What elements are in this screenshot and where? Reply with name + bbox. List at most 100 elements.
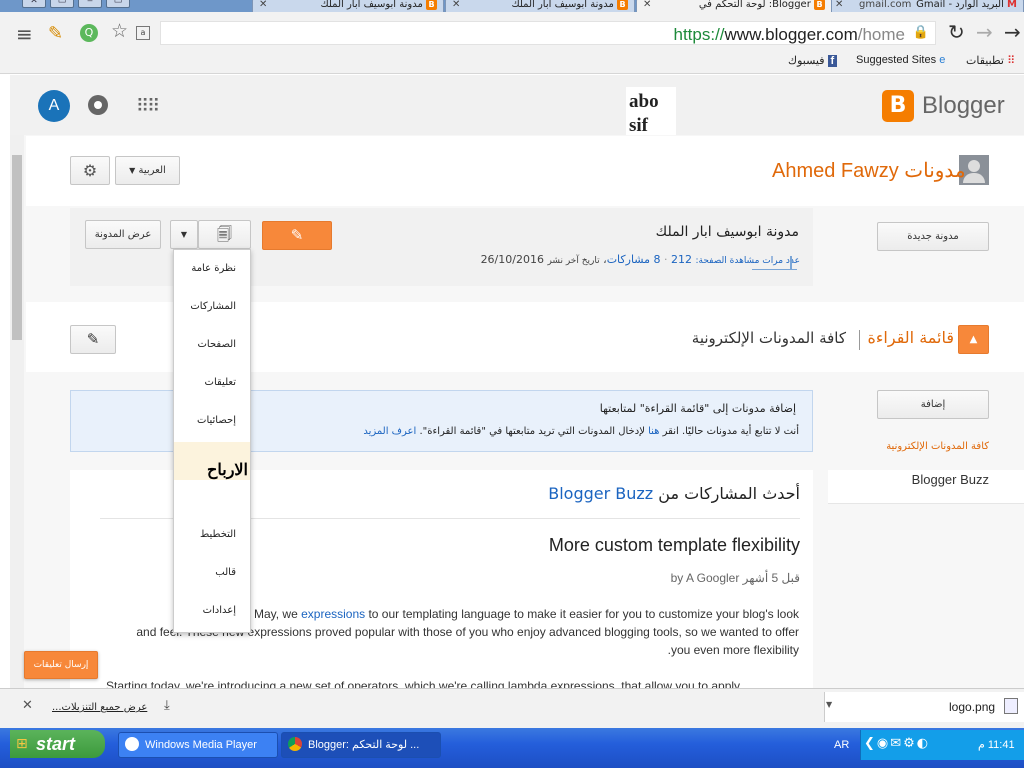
tray-icons[interactable]: ❮◉✉⚙◐: [864, 736, 930, 751]
bookmark-star-icon[interactable]: ☆: [111, 20, 128, 42]
send-feedback-button[interactable]: إرسال تعليقات: [24, 651, 98, 679]
blogger-favicon-icon: B: [426, 0, 437, 10]
forward-icon[interactable]: →: [976, 20, 993, 44]
new-post-button[interactable]: ✎: [262, 221, 332, 250]
tab-gmail[interactable]: M البريد الوارد - Gmail gmail.com ✕: [828, 0, 1024, 12]
window-close-control[interactable]: ✕: [22, 0, 46, 8]
pencil-icon: ✎: [290, 226, 304, 244]
settings-gear-button[interactable]: ⚙: [70, 156, 110, 185]
download-item-chevron-icon[interactable]: ▼: [826, 700, 832, 709]
overlay-text-line1: abo: [629, 91, 659, 112]
posts-count-link[interactable]: 8 مشاركات: [607, 253, 661, 266]
tab-blog-2[interactable]: B مدونة ابوسيف ابار الملك ✕: [445, 0, 635, 12]
pageviews-count[interactable]: 212: [671, 253, 692, 266]
bookmark-suggested-label: Suggested Sites: [856, 54, 937, 66]
buzz-heading: أحدث المشاركات من Blogger Buzz: [548, 484, 800, 503]
gear-icon: ⚙: [82, 161, 98, 180]
translate-icon[interactable]: a: [136, 26, 150, 40]
new-blog-button[interactable]: مدونة جديدة: [877, 222, 989, 251]
last-published-label: تاريخ آخر نشر: [547, 256, 600, 266]
language-indicator[interactable]: AR: [834, 739, 849, 751]
info-here-link[interactable]: هنا: [648, 426, 659, 437]
tab-blog-1-title: مدونة ابوسيف ابار الملك: [320, 0, 423, 10]
learn-more-link[interactable]: اعرف المزيد: [363, 426, 416, 437]
url-text: https://www.blogger.com/home: [673, 25, 905, 45]
para1-post: to our templating language to make it ea…: [368, 607, 799, 621]
show-all-downloads-link[interactable]: عرض جميع التنزيلات...: [52, 702, 147, 713]
window-restore-control[interactable]: ▭: [50, 0, 74, 8]
buzz-heading-prefix: أحدث المشاركات من: [658, 484, 800, 503]
blogger-favicon-icon: B: [617, 0, 628, 10]
blog-actions-dropdown-menu: نظرة عامة المشاركات الصفحات تعليقات إحصا…: [173, 249, 251, 633]
language-select[interactable]: العربية ▼: [115, 156, 180, 185]
address-bar[interactable]: https://www.blogger.com/home 🔒: [160, 21, 936, 45]
overlay-text-abo-sif: abo sif: [626, 87, 676, 137]
taskbar-item-media-player[interactable]: Windows Media Player: [118, 732, 278, 758]
edit-reading-list-button[interactable]: ✎: [70, 325, 116, 354]
sidebar-link-all-blogs[interactable]: كافة المدونات الإلكترونية: [886, 441, 989, 452]
sidebar-link-blogger-buzz[interactable]: Blogger Buzz: [912, 472, 989, 487]
posts-list-icon: 🗐: [217, 225, 232, 243]
info-body-part2: لإدخال المدونات التي تريد متابعتها في "ق…: [419, 426, 645, 437]
scrollbar-thumb[interactable]: [12, 155, 22, 340]
pencil-icon: ✎: [86, 330, 100, 348]
menu-item-layout[interactable]: التخطيط: [200, 529, 236, 540]
blogger-favicon-icon: B: [814, 0, 825, 10]
apps-grid-icon[interactable]: ⠿⠿: [136, 96, 160, 117]
ie-icon: e: [939, 54, 946, 66]
menu-item-stats[interactable]: إحصائيات: [197, 415, 236, 426]
tab-close-icon[interactable]: ✕: [643, 0, 651, 12]
download-file-name[interactable]: logo.png: [949, 700, 995, 714]
menu-item-comments[interactable]: تعليقات: [205, 377, 236, 388]
menu-item-overview[interactable]: نظرة عامة: [191, 263, 236, 274]
apps-grid-icon: ⠿: [1007, 55, 1016, 67]
tab-close-icon[interactable]: ✕: [835, 0, 843, 12]
taskbar-item-chrome[interactable]: Blogger: لوحة التحكم ...: [281, 732, 441, 758]
bookmark-facebook[interactable]: فيسبوك f: [788, 54, 838, 67]
window-minimize-control-2[interactable]: ▭: [106, 0, 130, 8]
page-title: Ahmed Fawzy مدونات: [772, 158, 966, 183]
chevron-down-icon: ▼: [180, 230, 188, 239]
clock[interactable]: 11:41 م: [978, 738, 1015, 751]
blogs-label: مدونات: [904, 160, 966, 182]
add-blog-button[interactable]: إضافة: [877, 390, 989, 419]
tab-close-icon[interactable]: ✕: [259, 0, 267, 12]
expressions-link[interactable]: expressions: [301, 607, 365, 621]
tab-blogger-dashboard[interactable]: B Blogger: لوحة التحكم في ✕: [636, 0, 832, 12]
menu-item-posts[interactable]: المشاركات: [190, 301, 236, 312]
bookmark-apps-label: تطبيقات: [966, 55, 1004, 67]
view-blog-button[interactable]: عرض المدونة: [85, 220, 161, 249]
tab-blog-1[interactable]: B مدونة ابوسيف ابار الملك ✕: [252, 0, 444, 12]
avatar[interactable]: A: [38, 90, 70, 122]
info-title: إضافة مدونات إلى "قائمة القراءة" لمتابعت…: [599, 402, 796, 415]
buzz-heading-link[interactable]: Blogger Buzz: [548, 484, 653, 503]
bookmark-apps[interactable]: تطبيقات ⠿: [966, 54, 1015, 67]
window-minimize-control[interactable]: ‒: [78, 0, 102, 8]
blogger-logo-icon[interactable]: B: [882, 90, 914, 122]
start-label: start: [36, 734, 76, 754]
blog-title[interactable]: مدونة ابوسيف ابار الملك: [656, 224, 799, 240]
language-value: العربية: [138, 165, 166, 176]
menu-item-settings[interactable]: إعدادات: [203, 605, 236, 616]
reload-icon[interactable]: ↻: [948, 20, 965, 44]
buzz-post-title[interactable]: More custom template flexibility: [549, 535, 800, 556]
blogger-logo-text[interactable]: Blogger: [922, 92, 1005, 120]
collapse-reading-list-button[interactable]: ▲: [958, 325, 989, 354]
back-icon[interactable]: →: [1004, 20, 1021, 44]
notifications-icon[interactable]: [88, 95, 108, 115]
tab-close-icon[interactable]: ✕: [452, 0, 460, 12]
bookmark-suggested-sites[interactable]: Suggested Sites e: [856, 54, 945, 66]
blog-menu-dropdown-button[interactable]: ▼: [170, 220, 198, 249]
posts-list-button[interactable]: 🗐: [198, 220, 251, 249]
menu-item-pages[interactable]: الصفحات: [198, 339, 236, 350]
extension-2-icon[interactable]: Q: [80, 24, 98, 42]
extension-icon[interactable]: ✎: [48, 23, 63, 44]
last-published-date: 26/10/2016: [480, 253, 544, 266]
taskbar-item-media-player-label: Windows Media Player: [145, 739, 257, 751]
facebook-icon: f: [827, 55, 838, 67]
lock-icon: 🔒: [912, 25, 929, 40]
menu-item-template[interactable]: قالب: [215, 567, 236, 578]
reading-list-title: قائمة القراءة: [867, 328, 954, 347]
menu-icon[interactable]: ≡: [16, 22, 33, 46]
close-downloads-icon[interactable]: ✕: [22, 698, 33, 713]
